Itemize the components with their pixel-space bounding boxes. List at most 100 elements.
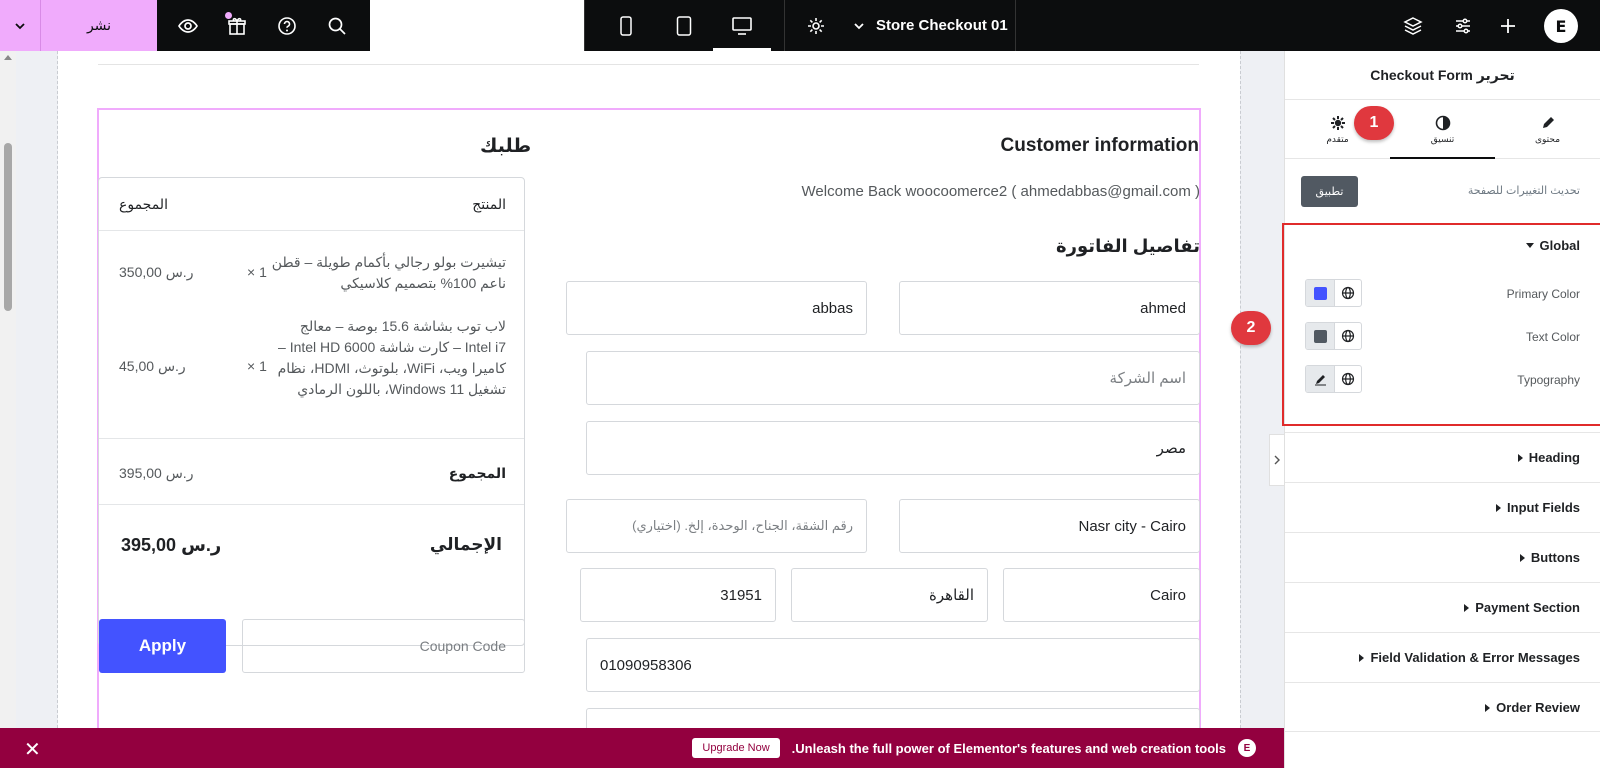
billing-details-title: تفاصيل الفاتورة <box>1056 236 1200 256</box>
sliders-icon <box>1456 17 1470 34</box>
section-payment[interactable]: Payment Section <box>1285 582 1600 632</box>
subtotal-value: 395,00 ر.س <box>119 465 194 481</box>
order-review-table: المنتج المجموع تيشيرت بولو رجالي بأكمام … <box>98 177 525 646</box>
page-settings-button[interactable] <box>794 0 838 51</box>
color-swatch-button[interactable] <box>1306 280 1335 306</box>
notification-dot <box>225 12 232 19</box>
mobile-view-button[interactable] <box>597 0 655 51</box>
panel-collapse-toggle[interactable] <box>1269 434 1284 486</box>
product-column-header: المنتج <box>472 196 506 212</box>
scroll-up-arrow[interactable] <box>4 55 12 60</box>
chevron-down-icon <box>854 22 864 29</box>
state-field[interactable]: القاهرة <box>791 568 988 622</box>
global-colors-button[interactable] <box>1335 323 1361 349</box>
publish-button[interactable]: نشر <box>41 0 157 51</box>
site-settings-button[interactable] <box>1441 0 1485 51</box>
country-field[interactable]: مصر <box>586 421 1200 475</box>
canvas-scrollbar[interactable] <box>0 51 16 728</box>
pencil-icon <box>1542 116 1554 128</box>
editor-panel: تحرير Checkout Form محتوى تنسيق متقدم تح… <box>1282 51 1600 768</box>
add-element-button[interactable] <box>1486 0 1530 51</box>
elementor-logo[interactable]: E <box>1544 9 1578 43</box>
upgrade-now-button[interactable]: Upgrade Now <box>692 738 780 758</box>
apply-coupon-button[interactable]: Apply <box>99 619 226 673</box>
order-table-header: المنتج المجموع <box>99 178 524 231</box>
control-typography: Typography <box>1285 365 1600 395</box>
caret-left-icon <box>1464 603 1470 612</box>
tab-label: تنسيق <box>1430 133 1455 144</box>
text-color-control <box>1305 322 1362 350</box>
help-button[interactable] <box>265 0 309 51</box>
whats-new-button[interactable] <box>215 0 259 51</box>
page-gutter-right <box>1240 51 1284 728</box>
caret-left-icon <box>1517 453 1523 462</box>
document-title[interactable]: Store Checkout 01 <box>852 0 1008 51</box>
finder-button[interactable] <box>315 0 359 51</box>
publish-group: نشر <box>0 0 157 51</box>
control-label: Primary Color <box>1506 287 1580 301</box>
color-swatch <box>1313 286 1327 300</box>
desktop-view-button[interactable] <box>713 0 771 51</box>
control-label: Text Color <box>1525 330 1580 344</box>
section-title: Order Review <box>1496 700 1580 715</box>
address-2-field[interactable]: رقم الشقة، الجناح، الوحدة، إلخ. (اختياري… <box>566 499 867 553</box>
update-changes-label: تحديث التغييرات للصفحة <box>1467 185 1580 197</box>
publish-options-button[interactable] <box>0 0 41 51</box>
global-fonts-button[interactable] <box>1335 366 1361 392</box>
chevron-down-icon <box>15 22 25 29</box>
section-title: Buttons <box>1530 550 1580 565</box>
first-name-field[interactable]: ahmed <box>899 281 1200 335</box>
product-price: 350,00 ر.س <box>119 264 194 280</box>
global-colors-button[interactable] <box>1335 280 1361 306</box>
welcome-text: Welcome Back woocoomerce2 ( ahmedabbas@g… <box>801 183 1200 200</box>
typography-control <box>1305 365 1362 393</box>
product-price: 45,00 ر.س <box>119 358 186 374</box>
total-label: الإجمالي <box>429 535 502 554</box>
globe-icon <box>1341 286 1355 300</box>
page-gutter-left <box>16 51 58 728</box>
phone-field[interactable]: 01090958306 <box>586 638 1200 692</box>
section-order-review[interactable]: Order Review <box>1285 682 1600 732</box>
tab-style[interactable]: تنسيق <box>1390 101 1495 159</box>
section-heading[interactable]: Heading <box>1285 432 1600 482</box>
last-name-field[interactable]: abbas <box>566 281 867 335</box>
desktop-icon <box>732 16 752 35</box>
postcode-field[interactable]: 31951 <box>580 568 776 622</box>
total-column-header: المجموع <box>119 196 168 212</box>
address-field[interactable]: Nasr city - Cairo <box>899 499 1200 553</box>
company-field[interactable]: اسم الشركة <box>586 351 1200 405</box>
product-name: تيشيرت بولو رجالي بأكمام طويلة – قطن ناع… <box>271 254 506 291</box>
gear-icon <box>1330 115 1345 130</box>
editor-topbar: نشر Store Checkout 01 E <box>0 0 1600 51</box>
tablet-view-button[interactable] <box>655 0 713 51</box>
edit-typography-button[interactable] <box>1306 366 1335 392</box>
city-field[interactable]: Cairo <box>1003 568 1200 622</box>
pencil-icon <box>1314 374 1326 385</box>
caret-down-icon <box>1525 243 1534 248</box>
coupon-code-input[interactable]: Coupon Code <box>242 619 525 673</box>
control-text-color: Text Color <box>1285 322 1600 352</box>
product-qty: × 1 <box>247 264 267 280</box>
divider <box>98 64 1199 65</box>
tab-content[interactable]: محتوى <box>1495 101 1600 158</box>
email-field[interactable] <box>586 708 1200 728</box>
section-validation[interactable]: Field Validation & Error Messages <box>1285 632 1600 682</box>
color-swatch-button[interactable] <box>1306 323 1335 349</box>
apply-changes-button[interactable]: تطبيق <box>1301 176 1358 207</box>
gear-icon <box>808 17 824 34</box>
section-input-fields[interactable]: Input Fields <box>1285 482 1600 532</box>
row-divider <box>99 504 524 505</box>
panel-tabs: محتوى تنسيق متقدم <box>1285 101 1600 159</box>
plus-icon <box>1501 18 1515 33</box>
step-badge-2: 2 <box>1231 311 1271 345</box>
structure-button[interactable] <box>1391 0 1435 51</box>
scrollbar-thumb[interactable] <box>4 143 12 311</box>
eye-icon <box>178 18 198 33</box>
mobile-icon <box>620 15 632 36</box>
close-icon[interactable]: ✕ <box>24 737 41 762</box>
section-global-header[interactable]: Global <box>1525 238 1580 253</box>
preview-button[interactable] <box>166 0 210 51</box>
section-buttons[interactable]: Buttons <box>1285 532 1600 582</box>
document-title-text: Store Checkout 01 <box>876 17 1008 34</box>
globe-icon <box>1341 372 1355 386</box>
